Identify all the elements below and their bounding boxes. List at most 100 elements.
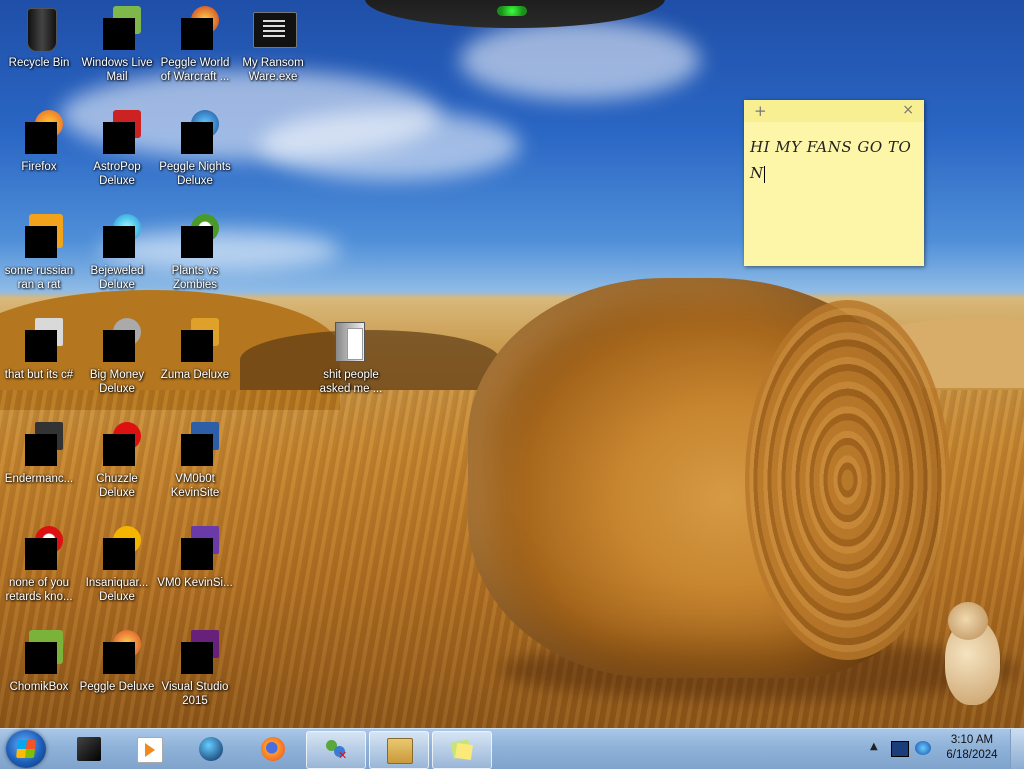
clock-time: 3:10 AM	[950, 734, 994, 746]
desktop-icon-peggle-deluxe[interactable]: Peggle Deluxe	[78, 630, 156, 694]
text-caret	[763, 165, 765, 183]
icon-label: Plants vs Zombies	[171, 265, 219, 291]
show-desktop-button[interactable]	[1010, 729, 1024, 769]
taskbar-item-explorer-window[interactable]	[369, 731, 429, 769]
icon-label: Peggle World of Warcraft ...	[160, 57, 230, 83]
icon-label: Bejeweled Deluxe	[90, 265, 144, 291]
show-hidden-icons-button[interactable]: ▲	[870, 741, 878, 752]
icon-label: Recycle Bin	[8, 57, 70, 69]
icon-label: VM0b0t KevinSite	[170, 473, 220, 499]
icon-label: Windows Live Mail	[81, 57, 153, 83]
chuzzle-icon	[93, 422, 141, 470]
desktop-icon-none-of-you[interactable]: none of you retards kno...	[0, 526, 78, 604]
firefox-icon	[15, 110, 63, 158]
desktop-icon-peggle-world-of-warcraft[interactable]: Peggle World of Warcraft ...	[156, 6, 234, 84]
money-icon	[93, 318, 141, 366]
clock-date: 6/18/2024	[946, 749, 998, 761]
cloud	[460, 20, 700, 100]
desktop-icon-insaniquarium-deluxe[interactable]: Insaniquar... Deluxe	[78, 526, 156, 604]
icon-label: Insaniquar... Deluxe	[85, 577, 149, 603]
taskbar-item-media-center[interactable]	[60, 731, 118, 767]
exe-console-icon	[249, 6, 297, 54]
windows-logo-icon	[16, 740, 36, 758]
sticky-notes-icon	[450, 738, 474, 762]
icon-label: Peggle Deluxe	[79, 681, 155, 693]
sticky-note[interactable]: + × HI MY FANS GO TO N	[744, 100, 924, 266]
system-clock[interactable]: 3:10 AM 6/18/2024	[942, 733, 1002, 763]
desktop-icon-zuma-deluxe[interactable]: Zuma Deluxe	[156, 318, 234, 382]
icon-label: Chuzzle Deluxe	[96, 473, 138, 499]
sticky-note-text[interactable]: HI MY FANS GO TO N	[744, 122, 924, 198]
messenger-icon: ✕	[324, 738, 348, 762]
desktop-icon-vm0-kevinsite[interactable]: VM0 KevinSi...	[156, 526, 234, 590]
network-icon[interactable]	[915, 741, 931, 755]
hay-bale-face	[745, 300, 950, 660]
start-button[interactable]	[6, 730, 46, 768]
icon-label: some russian ran a rat	[4, 265, 74, 291]
hamster-gadget[interactable]	[930, 600, 1010, 710]
taskbar-item-media-player[interactable]	[120, 731, 178, 767]
peggle-nights-icon	[171, 110, 219, 158]
desktop: Recycle Bin Firefox some russian ran a r…	[0, 0, 1024, 728]
globe-icon	[199, 737, 223, 761]
mail-icon	[93, 6, 141, 54]
desktop-icon-vm0b0t-kevinsite[interactable]: VM0b0t KevinSite	[156, 422, 234, 500]
desktop-icon-peggle-nights-deluxe[interactable]: Peggle Nights Deluxe	[156, 110, 234, 188]
chomikbox-icon	[15, 630, 63, 678]
desktop-icon-shit-people-asked-me[interactable]: shit people asked me ...	[312, 318, 390, 396]
desktop-icon-some-russian-ran-a-rat[interactable]: some russian ran a rat	[0, 214, 78, 292]
icon-label: Endermanc...	[4, 473, 74, 485]
note-line-2: N	[750, 164, 764, 182]
icon-label: Big Money Deluxe	[89, 369, 145, 395]
icon-label: AstroPop Deluxe	[93, 161, 141, 187]
monitor-icon[interactable]	[891, 741, 909, 757]
vm-window-icon	[171, 422, 219, 470]
status-led-icon	[497, 6, 527, 16]
peggle-wow-icon	[171, 6, 219, 54]
desktop-icon-plants-vs-zombies[interactable]: Plants vs Zombies	[156, 214, 234, 292]
taskbar-item-firefox[interactable]	[244, 731, 302, 767]
close-note-button[interactable]: ×	[902, 102, 914, 118]
media-center-icon	[77, 737, 101, 761]
desktop-icon-visual-studio-2015[interactable]: Visual Studio 2015	[156, 630, 234, 708]
desktop-icon-that-but-its-csharp[interactable]: that but its c#	[0, 318, 78, 382]
desktop-icon-astropop-deluxe[interactable]: AstroPop Deluxe	[78, 110, 156, 188]
icon-label: VM0 KevinSi...	[157, 577, 233, 589]
desktop-icon-windows-live-mail[interactable]: Windows Live Mail	[78, 6, 156, 84]
opera-icon	[15, 526, 63, 574]
explorer-window-icon	[387, 738, 413, 764]
astropop-icon	[93, 110, 141, 158]
visual-studio-icon	[171, 630, 219, 678]
cloud	[260, 110, 520, 180]
desktop-icon-big-money-deluxe[interactable]: Big Money Deluxe	[78, 318, 156, 396]
desktop-icon-firefox[interactable]: Firefox	[0, 110, 78, 174]
taskbar-item-globe[interactable]	[182, 731, 240, 767]
desktop-icon-endermanc[interactable]: Endermanc...	[0, 422, 78, 486]
icon-label: that but its c#	[4, 369, 74, 381]
desktop-icon-my-ransom-ware[interactable]: My Ransom Ware.exe	[234, 6, 312, 84]
ie-orange-icon	[15, 214, 63, 262]
vm-purple-icon	[171, 526, 219, 574]
desktop-icon-chuzzle-deluxe[interactable]: Chuzzle Deluxe	[78, 422, 156, 500]
stacked-windows-icon	[15, 318, 63, 366]
note-line-1: HI MY FANS GO TO	[750, 138, 912, 156]
media-player-icon	[137, 737, 163, 763]
new-note-button[interactable]: +	[754, 102, 767, 120]
folder-icon	[327, 318, 375, 366]
icon-label: ChomikBox	[9, 681, 69, 693]
desktop-icon-bejeweled-deluxe[interactable]: Bejeweled Deluxe	[78, 214, 156, 292]
icon-label: shit people asked me ...	[319, 369, 383, 395]
gem-icon	[93, 214, 141, 262]
icon-label: none of you retards kno...	[5, 577, 73, 603]
sticky-note-titlebar[interactable]: + ×	[744, 100, 924, 122]
console-icon	[15, 422, 63, 470]
icon-label: Firefox	[21, 161, 57, 173]
flower-icon	[171, 214, 219, 262]
taskbar-item-messenger[interactable]: ✕	[306, 731, 366, 769]
taskbar-item-sticky-notes[interactable]	[432, 731, 492, 769]
icon-label: Visual Studio 2015	[161, 681, 229, 707]
desktop-icon-chomikbox[interactable]: ChomikBox	[0, 630, 78, 694]
icon-label: My Ransom Ware.exe	[242, 57, 304, 83]
taskbar: ✕ ▲ 3:10 AM 6/18/2024	[0, 728, 1024, 769]
desktop-icon-recycle-bin[interactable]: Recycle Bin	[0, 6, 78, 70]
